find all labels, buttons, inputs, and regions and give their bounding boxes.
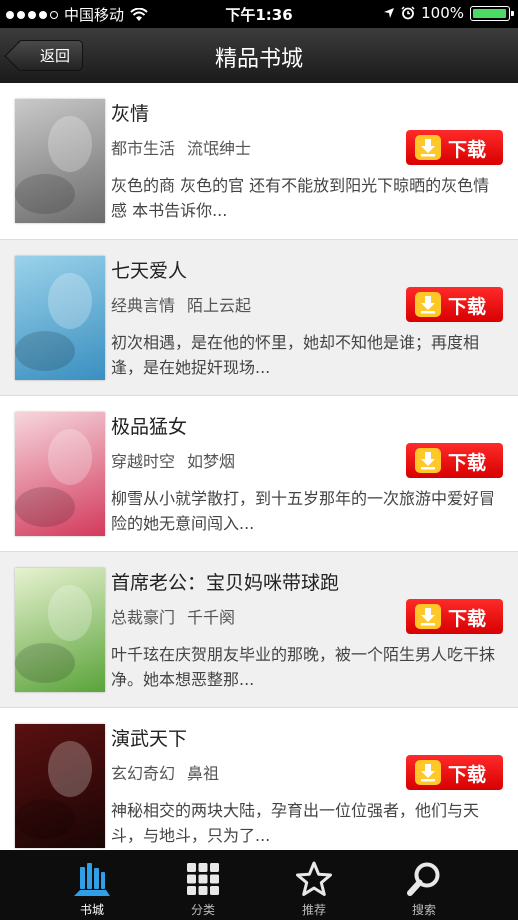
battery-percentage: 100% <box>421 4 464 22</box>
book-author: 如梦烟 <box>187 452 236 471</box>
tab-categories[interactable]: 分类 <box>148 850 258 920</box>
book-meta: 玄幻奇幻 鼻祖 <box>111 760 219 784</box>
cover-illustration <box>15 116 92 214</box>
book-title: 极品猛女 <box>111 416 188 438</box>
book-category: 穿越时空 <box>111 452 176 471</box>
download-button[interactable]: 下载 <box>406 599 503 634</box>
book-description: 灰色的商 灰色的官 还有不能放到阳光下晾晒的灰色情感 本书告诉你... <box>111 176 490 220</box>
tab-bar: 书城 分类 推荐 搜索 <box>0 850 518 920</box>
tab-recommend-label: 推荐 <box>301 903 326 917</box>
book-list-item[interactable]: 极品猛女穿越时空 如梦烟柳雪从小就学散打，到十五岁那年的一次旅游中爱好冒险的她无意… <box>0 396 518 552</box>
book-list-item[interactable]: 灰情都市生活 流氓绅士灰色的商 灰色的官 还有不能放到阳光下晾晒的灰色情感 本书告… <box>0 83 518 240</box>
book-author: 流氓绅士 <box>187 139 252 158</box>
download-button-label: 下载 <box>448 764 487 786</box>
book-author: 鼻祖 <box>187 764 220 783</box>
page-title: 精品书城 <box>214 47 303 72</box>
battery-icon <box>470 5 514 21</box>
book-title: 演武天下 <box>111 728 188 750</box>
tab-bookstore-label: 书城 <box>79 903 104 917</box>
book-cover-image[interactable] <box>15 99 105 223</box>
download-button-label: 下载 <box>448 452 487 474</box>
book-title: 首席老公：宝贝妈咪带球跑 <box>111 572 340 594</box>
book-author: 千千阕 <box>187 608 236 627</box>
book-category: 经典言情 <box>111 296 176 315</box>
book-category: 总裁豪门 <box>111 608 176 627</box>
download-button[interactable]: 下载 <box>406 443 503 478</box>
search-icon <box>407 862 440 896</box>
book-meta: 总裁豪门 千千阕 <box>111 604 235 628</box>
download-button-label: 下载 <box>448 139 487 161</box>
cover-illustration <box>15 585 92 683</box>
book-list-item[interactable]: 七天爱人经典言情 陌上云起初次相遇，是在他的怀里，她却不知他是谁；再度相逢，是在她… <box>0 240 518 396</box>
cover-illustration <box>15 273 92 371</box>
tab-search-label: 搜索 <box>411 903 436 917</box>
download-button[interactable]: 下载 <box>406 287 503 322</box>
tab-bookstore[interactable]: 书城 <box>37 850 147 920</box>
download-icon <box>415 292 441 317</box>
book-meta: 经典言情 陌上云起 <box>111 292 251 316</box>
navigation-bar: 返回 精品书城 <box>0 28 518 83</box>
book-meta: 都市生活 流氓绅士 <box>111 135 251 159</box>
download-button-label: 下载 <box>448 296 487 318</box>
book-title: 七天爱人 <box>111 260 188 282</box>
download-button-label: 下载 <box>448 608 487 630</box>
book-cover-image[interactable] <box>15 724 105 848</box>
download-button[interactable]: 下载 <box>406 130 503 165</box>
cover-illustration <box>15 741 92 839</box>
book-title: 灰情 <box>111 103 150 125</box>
tab-categories-label: 分类 <box>190 903 215 917</box>
download-icon <box>415 760 441 785</box>
grid-icon <box>187 863 219 895</box>
book-description: 柳雪从小就学散打，到十五岁那年的一次旅游中爱好冒险的她无意间闯入... <box>111 489 496 533</box>
book-author: 陌上云起 <box>187 296 252 315</box>
cover-illustration <box>15 429 92 527</box>
location-arrow-icon <box>384 8 395 18</box>
book-list: 灰情都市生活 流氓绅士灰色的商 灰色的官 还有不能放到阳光下晾晒的灰色情感 本书告… <box>0 83 518 864</box>
book-category: 都市生活 <box>111 139 176 158</box>
book-description: 初次相遇，是在他的怀里，她却不知他是谁；再度相逢，是在她捉奸现场... <box>111 333 480 377</box>
download-icon <box>415 448 441 473</box>
tab-recommend[interactable]: 推荐 <box>259 850 369 920</box>
download-icon <box>415 135 441 160</box>
book-list-item[interactable]: 首席老公：宝贝妈咪带球跑 总裁豪门 千千阕叶千玹在庆贺朋友毕业的那晚，被一个陌生男人… <box>0 552 518 708</box>
download-icon <box>415 604 441 629</box>
book-cover-image[interactable] <box>15 412 105 536</box>
download-button[interactable]: 下载 <box>406 755 503 790</box>
star-icon <box>296 861 332 896</box>
book-category: 玄幻奇幻 <box>111 764 176 783</box>
book-description: 神秘相交的两块大陆，孕育出一位位强者，他们与天斗，与地斗，只为了... <box>111 801 480 845</box>
bookshelf-icon <box>74 863 110 896</box>
tab-search[interactable]: 搜索 <box>369 850 479 920</box>
status-bar: 中国移动 下午1:36 100% <box>0 0 518 28</box>
alarm-clock-icon <box>401 6 415 20</box>
book-meta: 穿越时空 如梦烟 <box>111 448 235 472</box>
book-list-item[interactable]: 演武天下玄幻奇幻 鼻祖神秘相交的两块大陆，孕育出一位位强者，他们与天斗，与地斗，只… <box>0 708 518 864</box>
book-description: 叶千玹在庆贺朋友毕业的那晚，被一个陌生男人吃干抹净。她本想恶整那... <box>111 645 496 689</box>
book-cover-image[interactable] <box>15 568 105 692</box>
book-cover-image[interactable] <box>15 256 105 380</box>
